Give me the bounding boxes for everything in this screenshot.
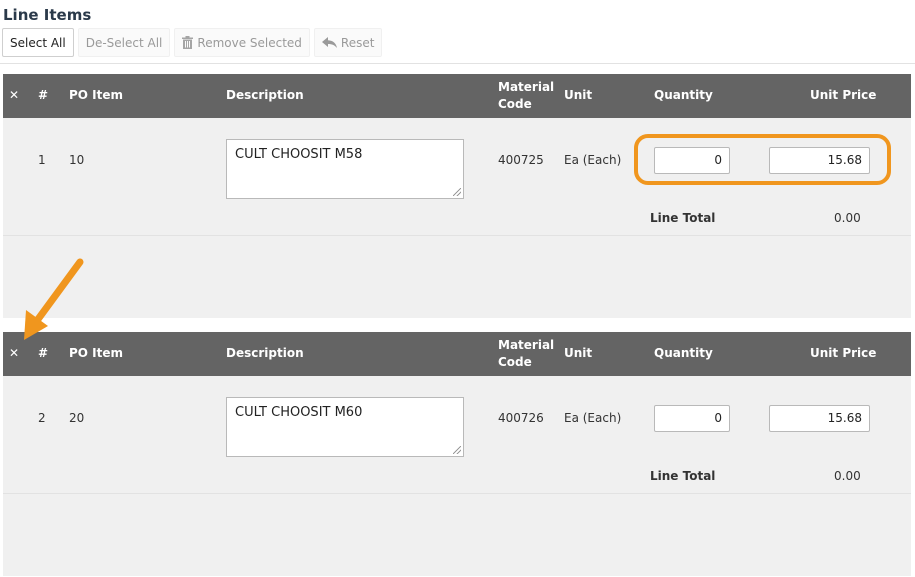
line-total-label: Line Total xyxy=(650,211,716,225)
toolbar-divider xyxy=(0,63,915,64)
column-unit-price: Unit Price xyxy=(810,88,877,102)
reset-button[interactable]: Reset xyxy=(313,28,383,57)
column-quantity: Quantity xyxy=(654,88,713,102)
unit-value: Ea (Each) xyxy=(564,411,622,425)
reply-arrow-icon xyxy=(321,37,337,48)
line-number: 1 xyxy=(38,153,46,167)
remove-line-close-icon[interactable]: ✕ xyxy=(9,346,19,360)
deselect-all-button[interactable]: De-Select All xyxy=(77,28,171,57)
remove-selected-label: Remove Selected xyxy=(197,35,302,50)
column-po-item: PO Item xyxy=(69,346,124,360)
select-all-label: Select All xyxy=(10,35,66,50)
reset-label: Reset xyxy=(340,35,375,50)
line-item-spacer xyxy=(3,494,911,576)
column-material-code: Material Code xyxy=(498,337,554,371)
line-item-header: ✕ # PO Item Description Material Code Uni… xyxy=(3,74,911,118)
column-description: Description xyxy=(226,88,304,102)
quantity-input[interactable]: 0 xyxy=(654,405,730,432)
unit-price-input[interactable]: 15.68 xyxy=(769,405,870,432)
select-all-button[interactable]: Select All xyxy=(2,28,74,57)
section-title: Line Items xyxy=(3,6,92,24)
line-item-2: ✕ # PO Item Description Material Code Uni… xyxy=(3,332,911,576)
column-description: Description xyxy=(226,346,304,360)
line-total-value: 0.00 xyxy=(834,469,861,483)
line-item-spacer xyxy=(3,236,911,318)
column-material-code: Material Code xyxy=(498,79,554,113)
column-po-item: PO Item xyxy=(69,88,124,102)
line-item-header: ✕ # PO Item Description Material Code Uni… xyxy=(3,332,911,376)
column-number: # xyxy=(38,346,49,360)
unit-value: Ea (Each) xyxy=(564,153,622,167)
line-total-label: Line Total xyxy=(650,469,716,483)
column-quantity: Quantity xyxy=(654,346,713,360)
row-divider xyxy=(3,493,911,494)
line-item-body: 2 20 CULT CHOOSIT M60 400726 Ea (Each) 0… xyxy=(3,376,911,494)
trash-icon xyxy=(182,36,194,49)
row-divider xyxy=(3,235,911,236)
line-number: 2 xyxy=(38,411,46,425)
remove-selected-button[interactable]: Remove Selected xyxy=(174,28,310,57)
resize-grip-icon[interactable] xyxy=(453,188,461,196)
description-text: CULT CHOOSIT M58 xyxy=(235,147,363,162)
column-material-code-line2: Code xyxy=(498,97,532,111)
column-material-code-line2: Code xyxy=(498,355,532,369)
toolbar: Select All De-Select All Remove Selected… xyxy=(2,28,383,58)
column-material-code-line1: Material xyxy=(498,80,555,94)
material-code-value: 400725 xyxy=(498,153,544,167)
column-number: # xyxy=(38,88,49,102)
po-item-value: 20 xyxy=(69,411,85,425)
deselect-all-label: De-Select All xyxy=(85,35,163,50)
column-unit: Unit xyxy=(564,346,593,360)
line-item-1: ✕ # PO Item Description Material Code Uni… xyxy=(3,74,911,318)
column-material-code-line1: Material xyxy=(498,338,555,352)
resize-grip-icon[interactable] xyxy=(453,446,461,454)
column-unit-price: Unit Price xyxy=(810,346,877,360)
column-unit: Unit xyxy=(564,88,593,102)
description-textarea[interactable]: CULT CHOOSIT M58 xyxy=(226,139,464,199)
description-text: CULT CHOOSIT M60 xyxy=(235,405,363,420)
line-total-value: 0.00 xyxy=(834,211,861,225)
remove-line-close-icon[interactable]: ✕ xyxy=(9,88,19,102)
annotation-highlight-box xyxy=(634,134,891,185)
description-textarea[interactable]: CULT CHOOSIT M60 xyxy=(226,397,464,457)
material-code-value: 400726 xyxy=(498,411,544,425)
po-item-value: 10 xyxy=(69,153,85,167)
